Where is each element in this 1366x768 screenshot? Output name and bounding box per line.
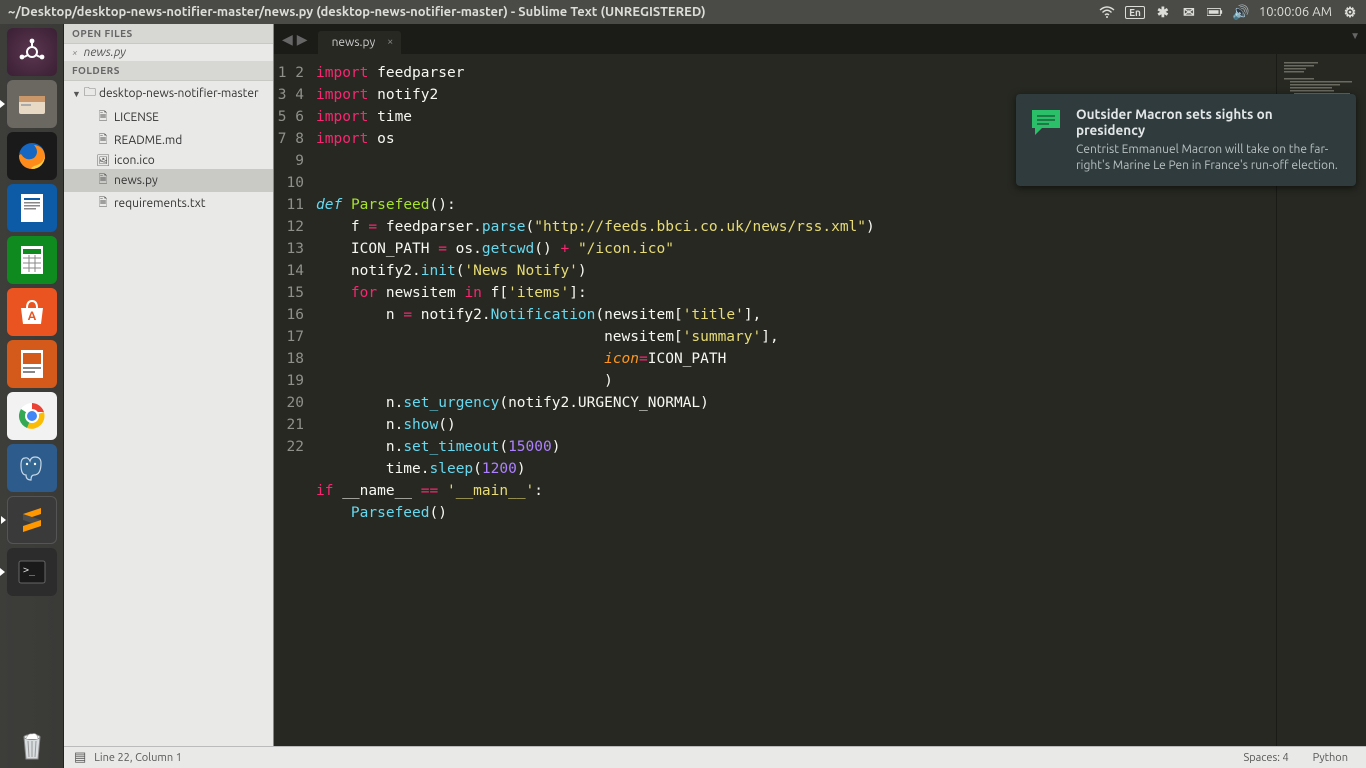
file-news-py[interactable]: 🗎 news.py [64,169,273,192]
file-README-md[interactable]: 🗎 README.md [64,129,273,152]
open-file-item[interactable]: × news.py [64,44,273,61]
file-label: requirements.txt [114,197,206,210]
project-folder-label: desktop-news-notifier-master [99,87,259,100]
chevron-down-icon: ▼ [72,89,81,99]
tab-nav: ◀ ▶ [278,31,312,48]
tab-label: news.py [332,36,376,49]
bluetooth-icon[interactable]: ✱ [1155,4,1171,20]
gear-icon[interactable]: ⚙ [1342,4,1358,20]
chat-bubble-icon [1030,108,1064,136]
file-LICENSE[interactable]: 🗎 LICENSE [64,106,273,129]
tab-prev-icon[interactable]: ◀ [282,31,293,48]
running-indicator-icon [0,100,5,108]
tab-overflow-icon[interactable]: ▼ [1350,30,1360,42]
file-label: icon.ico [114,154,155,167]
running-indicator-icon [0,568,5,576]
file-list: 🗎 LICENSE 🗎 README.md 🖼 icon.ico 🗎 news.py 🗎 requ… [64,106,273,215]
file-icon: 🗎 [96,131,110,150]
file-icon: 🗎 [96,194,110,213]
launcher-files[interactable] [7,80,57,128]
system-menubar: ~/Desktop/desktop-news-notifier-master/n… [0,0,1366,24]
launcher-software-center[interactable]: A [7,288,57,336]
notification-body: Centrist Emmanuel Macron will take on th… [1076,142,1342,174]
open-file-label: news.py [84,46,126,59]
launcher-firefox[interactable] [7,132,57,180]
battery-icon[interactable] [1207,4,1223,20]
editor-sidebar: OPEN FILES × news.py FOLDERS ▼ 🗀 desktop… [64,24,274,746]
launcher-chrome[interactable] [7,392,57,440]
menu-icon[interactable]: ▤ [74,750,86,765]
launcher-terminal[interactable]: >_ [7,548,57,596]
file-requirements-txt[interactable]: 🗎 requirements.txt [64,192,273,215]
svg-text:A: A [27,310,36,323]
file-icon: 🗎 [96,171,110,190]
wifi-icon[interactable] [1099,4,1115,20]
project-folder[interactable]: ▼ 🗀 desktop-news-notifier-master [64,81,273,106]
launcher-postgresql[interactable] [7,444,57,492]
line-gutter: 1 2 3 4 5 6 7 8 9 10 11 12 13 14 15 16 1… [274,54,310,746]
launcher-dash[interactable] [7,28,57,76]
file-label: news.py [114,174,158,187]
close-icon[interactable]: × [387,36,393,48]
svg-text:>_: >_ [23,565,36,576]
messages-icon[interactable]: ✉ [1181,4,1197,20]
status-spaces[interactable]: Spaces: 4 [1235,752,1296,764]
launcher-impress[interactable] [7,340,57,388]
clock[interactable]: 10:00:06 AM [1259,5,1332,19]
file-icon-ico[interactable]: 🖼 icon.ico [64,152,273,169]
tab-strip: ◀ ▶ news.py × ▼ [274,24,1366,54]
tab-news-py[interactable]: news.py × [318,31,402,54]
keyboard-language-badge[interactable]: En [1125,6,1145,19]
tab-next-icon[interactable]: ▶ [297,31,308,48]
launcher-writer[interactable] [7,184,57,232]
folders-header: FOLDERS [64,61,273,81]
notification-toast[interactable]: Outsider Macron sets sights on presidenc… [1016,94,1356,186]
file-icon: 🗎 [96,108,110,127]
file-label: LICENSE [114,111,159,124]
launcher-sublime[interactable] [7,496,57,544]
volume-icon[interactable]: 🔊 [1233,4,1249,20]
file-label: README.md [114,134,182,147]
status-bar: ▤ Line 22, Column 1 Spaces: 4 Python [64,746,1366,768]
notification-title: Outsider Macron sets sights on presidenc… [1076,106,1342,138]
system-tray: En ✱ ✉ 🔊 10:00:06 AM ⚙ [1099,4,1358,20]
running-indicator-icon [1,516,6,524]
unity-launcher: A >_ [0,24,64,768]
folder-icon: 🗀 [84,83,96,104]
close-icon[interactable]: × [72,47,80,58]
status-line-col[interactable]: Line 22, Column 1 [94,752,182,764]
open-files-header: OPEN FILES [64,24,273,44]
launcher-calc[interactable] [7,236,57,284]
launcher-trash[interactable] [7,720,57,768]
status-syntax[interactable]: Python [1305,752,1356,764]
window-title: ~/Desktop/desktop-news-notifier-master/n… [8,5,1099,19]
file-icon: 🖼 [96,154,110,167]
